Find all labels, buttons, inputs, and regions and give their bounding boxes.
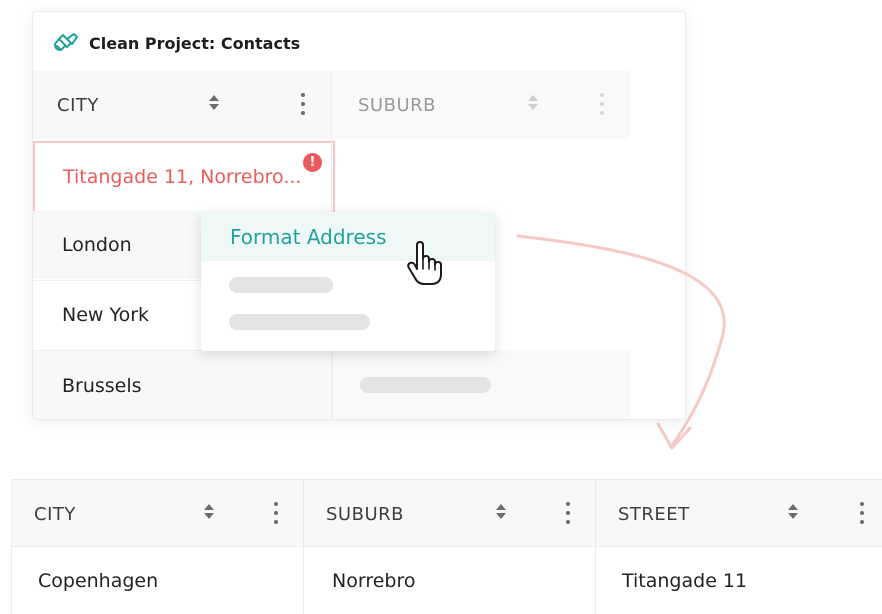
result-grid: CITY SUBURB STREET Copenhagen Norrebro T… (11, 479, 882, 614)
cell-value: Titangade 11, Norrebro... (63, 166, 302, 188)
sort-icon[interactable] (788, 504, 798, 519)
loading-placeholder (360, 377, 491, 393)
invalid-address-cell[interactable]: Titangade 11, Norrebro... ! (33, 141, 335, 213)
column-header-city[interactable]: CITY (12, 480, 304, 547)
paintbrush-icon (53, 32, 79, 54)
cell-value: Titangade 11 (622, 570, 748, 592)
column-menu-icon[interactable] (860, 502, 864, 524)
context-menu: Format Address (201, 212, 495, 351)
column-menu-icon[interactable] (274, 502, 278, 524)
cell-value: Copenhagen (38, 570, 159, 592)
cell-city: New York (62, 304, 150, 326)
curved-arrow-icon (512, 228, 742, 462)
column-menu-icon[interactable] (600, 93, 604, 115)
cell-city: London (62, 234, 132, 256)
error-badge-icon: ! (303, 153, 322, 172)
table-row[interactable]: Brussels (33, 350, 331, 419)
sort-icon[interactable] (528, 95, 538, 110)
sort-icon[interactable] (496, 504, 506, 519)
column-menu-icon[interactable] (301, 93, 305, 115)
cell-street[interactable]: Titangade 11 (596, 547, 882, 614)
card-header: Clean Project: Contacts (53, 28, 300, 58)
column-header-label: SUBURB (358, 94, 436, 116)
column-header-label: CITY (57, 94, 99, 116)
column-header-suburb[interactable]: SUBURB (304, 480, 596, 547)
column-menu-icon[interactable] (566, 502, 570, 524)
menu-placeholder (229, 314, 370, 330)
column-header-city[interactable]: CITY (33, 71, 331, 139)
sort-icon[interactable] (204, 504, 214, 519)
menu-item-format-address[interactable]: Format Address (201, 212, 495, 261)
cell-suburb[interactable]: Norrebro (304, 547, 596, 614)
column-header-label: STREET (618, 504, 690, 525)
sort-icon[interactable] (209, 95, 219, 110)
card-title: Clean Project: Contacts (89, 33, 301, 53)
hand-cursor-icon (405, 241, 447, 291)
cell-city[interactable]: Copenhagen (12, 547, 304, 614)
menu-item-label: Format Address (230, 224, 387, 249)
cell-city: Brussels (62, 375, 142, 397)
column-header-label: SUBURB (326, 504, 404, 525)
column-header-street[interactable]: STREET (596, 480, 882, 547)
column-header-suburb[interactable]: SUBURB (332, 71, 630, 139)
cell-value: Norrebro (332, 570, 416, 592)
menu-placeholder (229, 277, 333, 293)
column-header-label: CITY (34, 504, 76, 525)
